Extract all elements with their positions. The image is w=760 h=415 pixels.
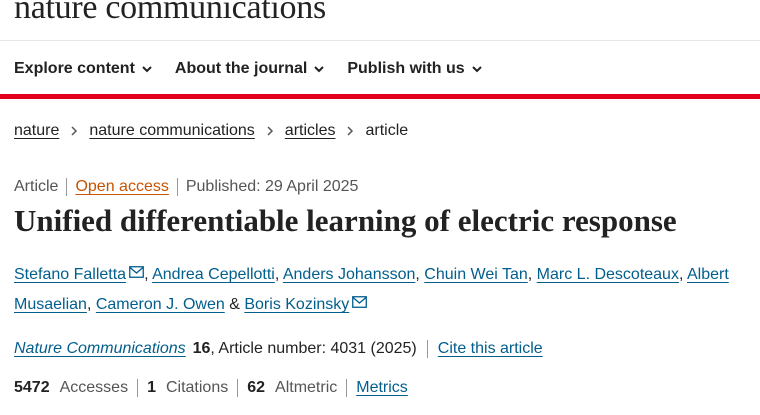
chevron-right-icon xyxy=(71,126,78,136)
author-separator: , xyxy=(527,266,533,283)
citation-divider xyxy=(426,340,428,358)
chevron-down-icon xyxy=(142,66,152,73)
nav-publish-with-us[interactable]: Publish with us xyxy=(347,60,482,78)
journal-brand[interactable]: nature communications xyxy=(14,0,326,28)
author-separator: , xyxy=(144,266,149,283)
chevron-down-icon xyxy=(471,66,482,73)
mail-icon[interactable] xyxy=(129,266,144,278)
nav-about-journal[interactable]: About the journal xyxy=(175,60,325,78)
article-type: Article xyxy=(14,178,59,195)
article-title: Unified differentiable learning of elect… xyxy=(14,203,677,238)
breadcrumb: nature nature communications articles ar… xyxy=(14,120,408,142)
citation-line: Nature Communications 16 , Article numbe… xyxy=(14,338,543,360)
author-link[interactable]: Andrea Cepellotti xyxy=(152,266,275,283)
author-separator: , xyxy=(415,266,420,283)
author-list: Stefano Falletta, Andrea Cepellotti, And… xyxy=(14,260,754,320)
author-link[interactable]: Anders Johansson xyxy=(283,266,416,283)
accent-bar xyxy=(0,94,760,99)
breadcrumb-nature-communications[interactable]: nature communications xyxy=(89,122,254,140)
open-access-link[interactable]: Open access xyxy=(75,178,168,196)
cite-this-article-link[interactable]: Cite this article xyxy=(438,340,543,358)
author-link[interactable]: Chuin Wei Tan xyxy=(424,266,527,283)
metrics-link[interactable]: Metrics xyxy=(356,379,408,397)
author-separator: , xyxy=(86,296,92,313)
journal-link[interactable]: Nature Communications xyxy=(14,340,186,358)
metrics-line: 5472 Accesses 1 Citations 62 Altmetric M… xyxy=(14,377,408,399)
header-divider xyxy=(0,40,760,41)
breadcrumb-articles[interactable]: articles xyxy=(285,122,336,140)
citations-count: 1 xyxy=(147,379,156,396)
author-separator: , xyxy=(678,266,684,283)
author-separator: & xyxy=(229,296,240,313)
metrics-divider xyxy=(346,379,348,397)
citations-label: Citations xyxy=(165,379,229,396)
breadcrumb-nature[interactable]: nature xyxy=(14,122,59,140)
article-number: , Article number: 4031 (2025) xyxy=(210,340,417,357)
mail-icon[interactable] xyxy=(352,296,368,308)
meta-divider xyxy=(66,178,68,196)
chevron-down-icon xyxy=(314,66,325,73)
author-link[interactable]: Stefano Falletta xyxy=(14,266,126,283)
main-nav: Explore content About the journal Publis… xyxy=(14,56,483,82)
article-meta: Article Open access Published: 29 April … xyxy=(14,176,358,198)
nav-label: About the journal xyxy=(174,60,308,77)
nav-explore-content[interactable]: Explore content xyxy=(14,60,153,78)
accesses-count: 5472 xyxy=(14,379,50,396)
chevron-right-icon xyxy=(347,126,354,136)
author-separator: , xyxy=(274,266,280,283)
accesses-label: Accesses xyxy=(59,379,129,396)
chevron-right-icon xyxy=(267,126,273,136)
meta-divider xyxy=(176,178,178,196)
metrics-divider xyxy=(237,379,239,397)
nav-label: Explore content xyxy=(14,60,135,77)
nav-label: Publish with us xyxy=(347,60,465,77)
breadcrumb-current: article xyxy=(365,122,409,139)
volume-number: 16 xyxy=(192,340,211,357)
altmetric-count: 62 xyxy=(247,379,266,396)
metrics-divider xyxy=(137,379,139,397)
author-link[interactable]: Marc L. Descoteaux xyxy=(537,266,679,283)
altmetric-label: Altmetric xyxy=(275,379,338,396)
author-link[interactable]: Boris Kozinsky xyxy=(244,296,349,313)
published-date: Published: 29 April 2025 xyxy=(185,178,359,195)
author-link[interactable]: Cameron J. Owen xyxy=(96,296,225,313)
